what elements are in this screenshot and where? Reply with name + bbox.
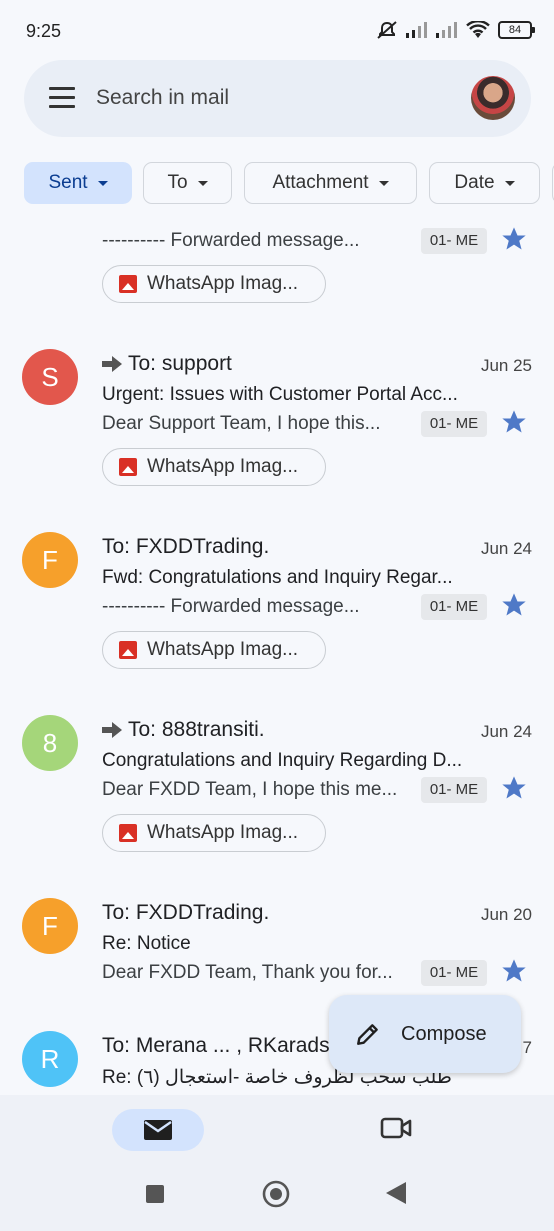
battery-icon: 84: [498, 21, 535, 39]
pencil-icon: [357, 1024, 378, 1045]
email-subject: Fwd: Congratulations and Inquiry Regar..…: [102, 567, 453, 588]
email-row[interactable]: F To: FXDDTrading. Jun 20 Re: Notice Dea…: [0, 889, 554, 1009]
email-snippet: Dear Support Team, I hope this...: [102, 413, 381, 434]
email-subject: Urgent: Issues with Customer Portal Acc.…: [102, 384, 458, 405]
filter-chips: Sent To Attachment Date: [24, 162, 554, 206]
attachment-name: WhatsApp Imag...: [147, 822, 299, 843]
compose-button[interactable]: Compose: [329, 995, 521, 1073]
attachment-chip[interactable]: WhatsApp Imag...: [102, 448, 326, 486]
star-icon[interactable]: [500, 591, 528, 619]
sender-name: To: FXDDTrading.: [102, 535, 270, 558]
menu-icon[interactable]: [49, 87, 75, 109]
chip-to-label: To: [167, 172, 188, 193]
email-date: Jun 24: [480, 539, 532, 558]
recent-apps-icon[interactable]: [146, 1185, 164, 1203]
email-sender: To: FXDDTrading.: [102, 535, 269, 559]
sender-name: To: FXDDTrading.: [102, 901, 270, 924]
mute-icon: [377, 21, 397, 39]
chip-date-label: Date: [454, 172, 495, 193]
chip-to[interactable]: To: [143, 162, 232, 204]
email-sender: To: Merana ... , RKarads: [102, 1034, 330, 1058]
label-badge: 01- ME: [421, 777, 487, 803]
video-camera-icon: [380, 1117, 412, 1139]
email-date: 7: [522, 1038, 532, 1057]
star-icon[interactable]: [500, 957, 528, 985]
attachment-name: WhatsApp Imag...: [147, 639, 299, 660]
email-snippet: ---------- Forwarded message...: [102, 596, 360, 617]
search-input[interactable]: Search in mail: [96, 86, 229, 110]
email-date: Jun 20: [480, 905, 532, 924]
mail-icon: [144, 1120, 172, 1140]
email-list: ---------- Forwarded message... 01- ME W…: [0, 210, 554, 1095]
star-icon[interactable]: [500, 774, 528, 802]
label-badge: 01- ME: [421, 228, 487, 254]
sender-avatar: 8: [22, 715, 78, 771]
bottom-navigation: [0, 1095, 554, 1231]
label-badge: 01- ME: [421, 411, 487, 437]
email-snippet: ---------- Forwarded message...: [102, 230, 360, 251]
search-bar[interactable]: Search in mail: [24, 60, 531, 137]
attachment-chip[interactable]: WhatsApp Imag...: [102, 265, 326, 303]
wifi-icon: [466, 21, 490, 38]
email-row[interactable]: F To: FXDDTrading. Jun 24 Fwd: Congratul…: [0, 523, 554, 693]
forward-arrow-icon: [102, 356, 122, 372]
status-time: 9:25: [26, 21, 62, 41]
status-bar: 9:25 84: [0, 0, 554, 60]
system-navigation: [0, 1155, 554, 1231]
image-icon: [119, 275, 137, 293]
email-row[interactable]: S To: support Jun 25 Urgent: Issues with…: [0, 340, 554, 510]
email-sender: To: 888transiti.: [102, 718, 265, 742]
home-icon[interactable]: [262, 1180, 290, 1208]
sender-name: To: Merana ... , RKarads: [102, 1034, 330, 1057]
forward-arrow-icon: [102, 722, 122, 738]
email-date: Jun 25: [480, 356, 532, 375]
chip-attachment[interactable]: Attachment: [244, 162, 417, 204]
star-icon[interactable]: [500, 408, 528, 436]
account-avatar[interactable]: [471, 76, 515, 120]
sender-avatar: S: [22, 349, 78, 405]
email-subject: Re: Notice: [102, 933, 191, 954]
back-icon[interactable]: [386, 1182, 406, 1204]
label-badge: 01- ME: [421, 594, 487, 620]
attachment-name: WhatsApp Imag...: [147, 456, 299, 477]
email-date: Jun 24: [480, 722, 532, 741]
email-row[interactable]: ---------- Forwarded message... 01- ME W…: [0, 210, 554, 320]
label-badge: 01- ME: [421, 960, 487, 986]
image-icon: [119, 641, 137, 659]
attachment-name: WhatsApp Imag...: [147, 273, 299, 294]
chevron-down-icon: [378, 180, 389, 186]
signal-icon-2: [436, 22, 457, 38]
sender-avatar: F: [22, 532, 78, 588]
chevron-down-icon: [197, 180, 208, 186]
sender-avatar: F: [22, 898, 78, 954]
signal-icon: [406, 22, 427, 38]
image-icon: [119, 824, 137, 842]
chip-date[interactable]: Date: [429, 162, 540, 204]
chevron-down-icon: [504, 180, 515, 186]
sender-name: To: support: [128, 352, 232, 375]
email-sender: To: FXDDTrading.: [102, 901, 269, 925]
email-row[interactable]: 8 To: 888transiti. Jun 24 Congratulation…: [0, 706, 554, 876]
nav-meet-tab[interactable]: [380, 1115, 412, 1146]
email-subject: Congratulations and Inquiry Regarding D.…: [102, 750, 463, 771]
chip-attachment-label: Attachment: [272, 172, 369, 193]
nav-mail-tab[interactable]: [112, 1109, 204, 1151]
sender-avatar: R: [22, 1031, 78, 1087]
star-icon[interactable]: [500, 225, 528, 253]
email-snippet: Dear FXDD Team, I hope this me...: [102, 779, 398, 800]
chip-sent[interactable]: Sent: [24, 162, 132, 204]
attachment-chip[interactable]: WhatsApp Imag...: [102, 631, 326, 669]
sender-name: To: 888transiti.: [128, 718, 265, 741]
email-sender: To: support: [102, 352, 232, 376]
compose-label: Compose: [401, 1022, 487, 1045]
chevron-down-icon: [97, 180, 108, 186]
attachment-chip[interactable]: WhatsApp Imag...: [102, 814, 326, 852]
email-snippet: Dear FXDD Team, Thank you for...: [102, 962, 393, 983]
chip-sent-label: Sent: [48, 172, 88, 193]
image-icon: [119, 458, 137, 476]
status-icons: 84: [376, 20, 535, 40]
